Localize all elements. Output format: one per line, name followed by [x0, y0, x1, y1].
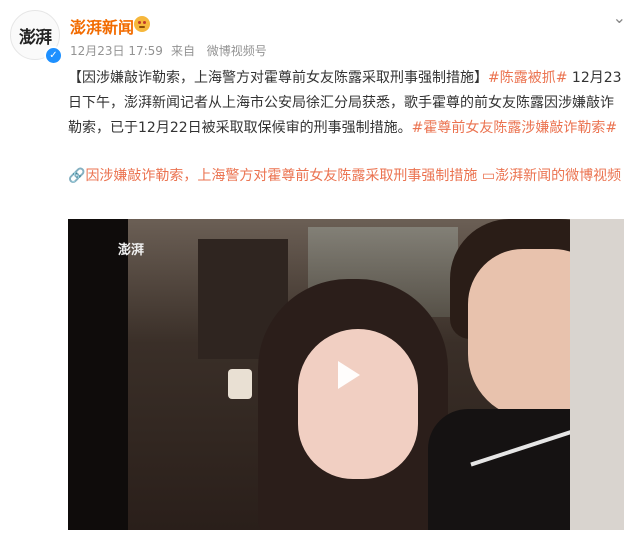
video-bg-right: [570, 219, 624, 530]
video-bg-left: [68, 219, 128, 530]
video-player[interactable]: 澎湃: [68, 219, 624, 530]
hashtag-link[interactable]: #霍尊前女友陈露涉嫌敲诈勒索#: [412, 120, 617, 136]
author-name[interactable]: 澎湃新闻: [70, 14, 134, 38]
hashtag-link[interactable]: #陈露被抓#: [488, 70, 567, 86]
post-date[interactable]: 12月23日 17:59: [70, 44, 163, 58]
post-meta: 12月23日 17:59 来自 微博视频号: [70, 42, 275, 59]
emoji-icon: [134, 16, 150, 32]
link-icon: 🔗: [68, 168, 86, 184]
post-headline: 【因涉嫌敲诈勒索，上海警方对霍尊前女友陈露采取刑事强制措施】: [68, 70, 488, 86]
play-icon: [338, 361, 360, 389]
post-links: 🔗因涉嫌敲诈勒索，上海警方对霍尊前女友陈露采取刑事强制措施 ▭澎湃新闻的微博视频: [68, 164, 624, 189]
video-icon: ▭: [481, 168, 496, 184]
article-link[interactable]: 因涉嫌敲诈勒索，上海警方对霍尊前女友陈露采取刑事强制措施: [85, 168, 477, 184]
lamp-decor: [228, 369, 252, 399]
weibo-post-card: 澎湃 ✓ 澎湃新闻 ⌄ 12月23日 17:59 来自 微博视频号 【因涉嫌敲诈勒…: [0, 0, 640, 550]
source-prefix: 来自: [170, 44, 195, 58]
chevron-down-icon[interactable]: ⌄: [613, 8, 626, 27]
avatar-text: 澎湃: [19, 27, 52, 48]
video-watermark: 澎湃: [118, 243, 145, 258]
play-button[interactable]: [324, 353, 368, 397]
post-text: 【因涉嫌敲诈勒索，上海警方对霍尊前女友陈露采取刑事强制措施】#陈露被抓# 12月…: [68, 66, 624, 141]
verified-icon: ✓: [44, 46, 63, 65]
person-face: [298, 329, 418, 479]
post-source[interactable]: 微博视频号: [207, 44, 267, 58]
video-link[interactable]: 澎湃新闻的微博视频: [495, 168, 621, 184]
